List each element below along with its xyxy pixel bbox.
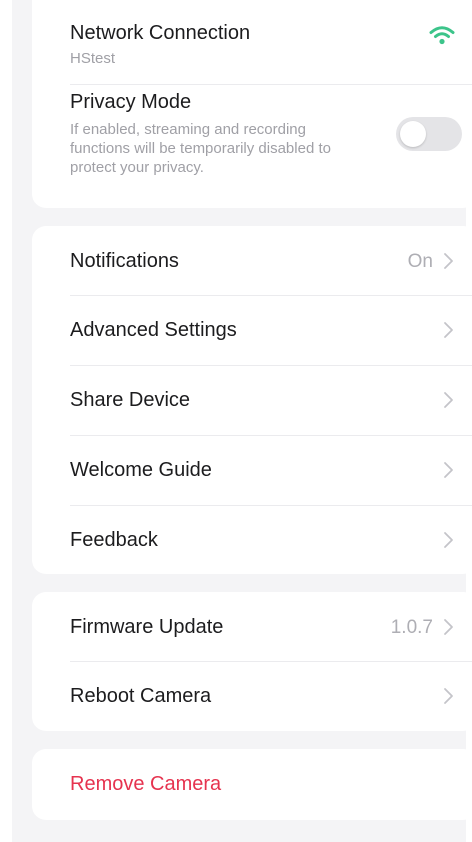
remove-card: Remove Camera xyxy=(32,749,472,820)
feedback-row[interactable]: Feedback xyxy=(32,506,472,574)
settings-card: Notifications On Advanced Settings Share… xyxy=(32,226,472,574)
device-card: Firmware Update 1.0.7 Reboot Camera xyxy=(32,592,472,731)
notifications-row[interactable]: Notifications On xyxy=(32,226,472,295)
reboot-camera-label: Reboot Camera xyxy=(70,685,212,707)
remove-camera-button[interactable]: Remove Camera xyxy=(32,749,472,820)
notifications-label: Notifications xyxy=(70,250,179,272)
privacy-mode-description: If enabled, streaming and recording func… xyxy=(70,121,331,176)
wifi-icon xyxy=(429,26,455,45)
settings-screen: Network Connection HStest Privacy Mode I… xyxy=(12,0,472,842)
welcome-guide-label: Welcome Guide xyxy=(70,459,212,481)
privacy-mode-label: Privacy Mode xyxy=(70,91,192,113)
advanced-settings-row[interactable]: Advanced Settings xyxy=(32,296,472,365)
network-connection-label: Network Connection xyxy=(70,22,251,44)
firmware-update-label: Firmware Update xyxy=(70,616,224,638)
share-device-label: Share Device xyxy=(70,389,191,411)
chevron-right-icon xyxy=(444,532,453,548)
firmware-version: 1.0.7 xyxy=(390,617,433,638)
welcome-guide-row[interactable]: Welcome Guide xyxy=(32,436,472,505)
network-connection-row[interactable]: Network Connection HStest xyxy=(32,0,472,71)
privacy-mode-toggle[interactable] xyxy=(396,117,462,151)
chevron-right-icon xyxy=(444,322,453,338)
notifications-value: On xyxy=(407,251,433,272)
chevron-right-icon xyxy=(444,619,453,635)
advanced-settings-label: Advanced Settings xyxy=(70,319,237,341)
toggle-knob xyxy=(400,121,426,147)
reboot-camera-row[interactable]: Reboot Camera xyxy=(32,662,472,731)
chevron-right-icon xyxy=(444,462,453,478)
share-device-row[interactable]: Share Device xyxy=(32,366,472,435)
firmware-update-row[interactable]: Firmware Update 1.0.7 xyxy=(32,592,472,661)
feedback-label: Feedback xyxy=(70,529,158,551)
connection-card: Network Connection HStest Privacy Mode I… xyxy=(32,0,472,208)
chevron-right-icon xyxy=(444,392,453,408)
privacy-mode-row: Privacy Mode If enabled, streaming and r… xyxy=(32,85,472,208)
network-ssid: HStest xyxy=(70,50,116,67)
chevron-right-icon xyxy=(444,688,453,704)
chevron-right-icon xyxy=(444,253,453,269)
remove-camera-label: Remove Camera xyxy=(70,773,222,795)
